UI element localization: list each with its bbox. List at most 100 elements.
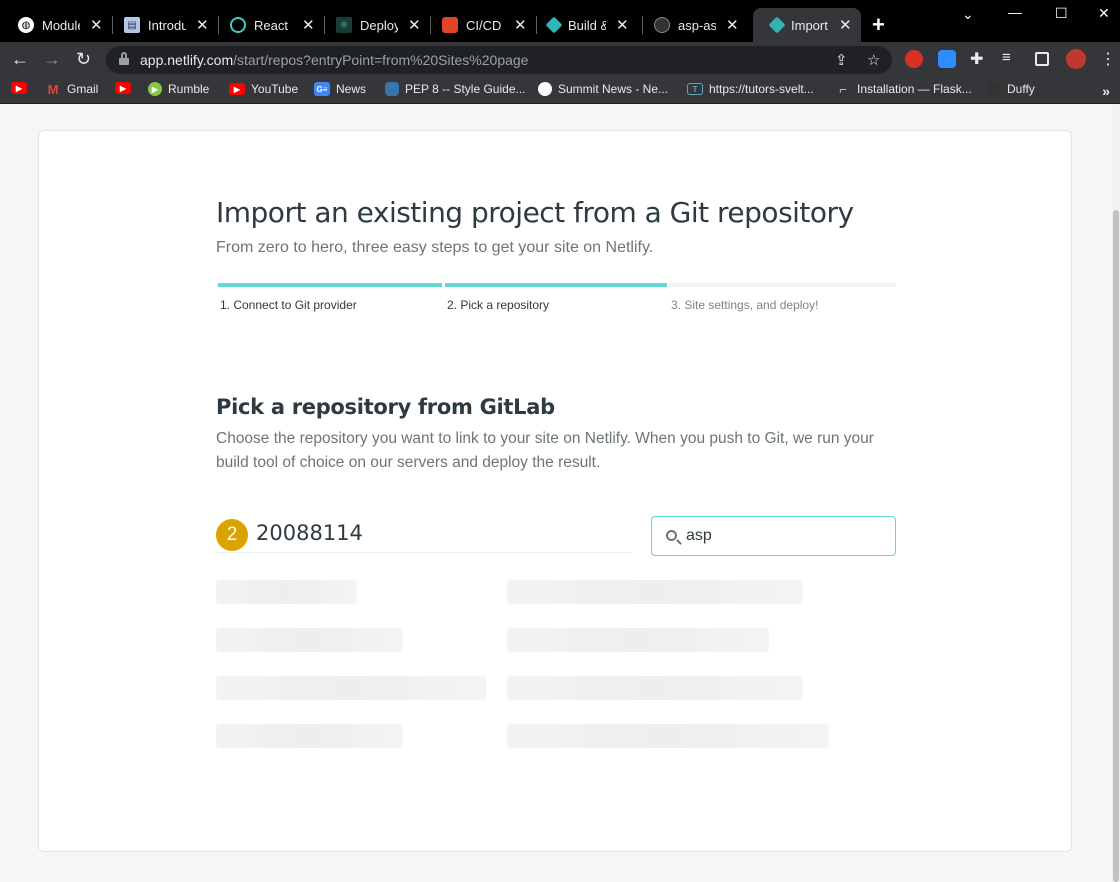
github-icon bbox=[987, 82, 1001, 96]
browser-tab-active[interactable]: Import a ✕ bbox=[753, 8, 861, 42]
bookmark-item[interactable]: M Gmail bbox=[45, 82, 99, 97]
close-tab-icon[interactable]: ✕ bbox=[302, 16, 315, 34]
tab-title: asp-ass bbox=[678, 17, 716, 33]
step-progress-bar bbox=[218, 283, 442, 287]
book-icon: ▤ bbox=[124, 17, 140, 33]
close-window-icon[interactable]: ✕ bbox=[1098, 5, 1110, 22]
url-path: /start/repos?entryPoint=from%20Sites%20p… bbox=[233, 52, 529, 68]
lock-icon bbox=[119, 52, 129, 65]
step-pick-repository: 2. Pick a repository bbox=[445, 283, 667, 323]
react-query-icon bbox=[230, 17, 246, 33]
page-viewport: Import an existing project from a Git re… bbox=[0, 105, 1112, 882]
scrollbar-thumb[interactable] bbox=[1113, 210, 1119, 882]
netlify-icon bbox=[768, 16, 786, 34]
forward-arrow-icon[interactable]: → bbox=[43, 49, 61, 70]
bookmark-item[interactable]: ▶ YouTube bbox=[229, 82, 298, 96]
browser-menu-icon[interactable]: ⋮ bbox=[1100, 49, 1116, 69]
url-host: app.netlify.com bbox=[140, 52, 234, 68]
bookmark-item[interactable]: ⌐ Installation — Flask... bbox=[835, 81, 972, 97]
adblock-extension-icon[interactable] bbox=[905, 50, 923, 68]
tab-title: CI/CD S bbox=[466, 17, 504, 33]
new-tab-button[interactable]: + bbox=[872, 12, 885, 38]
extensions-puzzle-icon[interactable]: ✚ bbox=[970, 49, 983, 69]
minimize-icon[interactable]: — bbox=[1008, 4, 1022, 20]
page-subtitle: From zero to hero, three easy steps to g… bbox=[216, 239, 654, 256]
bookmark-item[interactable]: ▶ Rumble bbox=[148, 82, 209, 96]
url-text[interactable]: app.netlify.com/start/repos?entryPoint=f… bbox=[140, 52, 528, 68]
zoom-extension-icon[interactable] bbox=[938, 50, 956, 68]
bookmark-item[interactable]: ▶ bbox=[11, 82, 33, 94]
back-arrow-icon[interactable]: ← bbox=[11, 49, 29, 70]
react-icon: ⚛ bbox=[336, 17, 352, 33]
netlify-icon bbox=[545, 16, 563, 34]
repo-list-skeleton bbox=[216, 580, 357, 604]
flask-icon: ⌐ bbox=[839, 81, 847, 97]
bookmark-item[interactable]: PEP 8 -- Style Guide... bbox=[385, 82, 526, 96]
tab-title: Import a bbox=[791, 17, 829, 33]
close-tab-icon[interactable]: ✕ bbox=[514, 16, 527, 34]
repository-search[interactable] bbox=[651, 516, 896, 556]
search-input[interactable] bbox=[686, 525, 886, 547]
youtube-icon: ▶ bbox=[11, 82, 27, 94]
bookmark-item[interactable]: Duffy bbox=[987, 82, 1035, 96]
profile-avatar[interactable] bbox=[1066, 49, 1086, 69]
section-description: Choose the repository you want to link t… bbox=[216, 430, 874, 471]
account-avatar: 2 bbox=[216, 519, 248, 551]
repo-list-skeleton bbox=[507, 580, 803, 604]
bookmark-item[interactable]: G≡ News bbox=[314, 82, 366, 96]
close-tab-icon[interactable]: ✕ bbox=[90, 16, 103, 34]
maximize-icon[interactable]: ☐ bbox=[1055, 5, 1068, 22]
close-tab-icon[interactable]: ✕ bbox=[616, 16, 629, 34]
browser-tab[interactable]: ◍ Module ✕ bbox=[0, 8, 113, 42]
python-icon bbox=[385, 82, 399, 96]
account-selector[interactable]: 2 20088114 bbox=[216, 517, 632, 553]
tab-title: React Q bbox=[254, 17, 292, 33]
share-icon[interactable]: ⇪ bbox=[835, 51, 848, 69]
browser-tab[interactable]: ⚛ Deploy ✕ bbox=[318, 8, 431, 42]
rumble-icon: ▶ bbox=[148, 82, 162, 96]
reload-icon[interactable]: ↻ bbox=[76, 49, 91, 70]
globe-icon bbox=[538, 82, 552, 96]
browser-tab[interactable]: asp-ass ✕ bbox=[636, 8, 749, 42]
repo-list-skeleton bbox=[216, 628, 403, 652]
bookmarks-bar: ▶ M Gmail ▶ ▶ Rumble ▶ YouTube G≡ News PEP 8… bbox=[0, 78, 1120, 104]
more-bookmarks-icon[interactable]: » bbox=[1102, 83, 1110, 99]
bookmark-star-icon[interactable]: ☆ bbox=[867, 51, 880, 69]
globe-icon: ◍ bbox=[18, 17, 34, 33]
bookmark-item[interactable]: Summit News - Ne... bbox=[538, 82, 668, 96]
browser-tab[interactable]: ▤ Introdu ✕ bbox=[106, 8, 219, 42]
close-tab-icon[interactable]: ✕ bbox=[726, 16, 739, 34]
step-label: 1. Connect to Git provider bbox=[220, 298, 357, 312]
bookmark-item[interactable]: ▶ bbox=[115, 82, 137, 94]
side-panel-icon[interactable] bbox=[1035, 52, 1049, 66]
step-site-settings-deploy: 3. Site settings, and deploy! bbox=[669, 283, 896, 323]
tab-title: Module bbox=[42, 17, 80, 33]
browser-tab-bar: ◍ Module ✕ ▤ Introdu ✕ React Q ✕ ⚛ Deplo… bbox=[0, 0, 1120, 42]
tab-search-icon[interactable]: ⌄ bbox=[962, 6, 974, 23]
repo-list-skeleton bbox=[507, 676, 803, 700]
close-tab-icon[interactable]: ✕ bbox=[196, 16, 209, 34]
address-bar[interactable]: app.netlify.com/start/repos?entryPoint=f… bbox=[106, 46, 892, 74]
close-tab-icon[interactable]: ✕ bbox=[408, 16, 421, 34]
repo-list-skeleton bbox=[216, 676, 486, 700]
step-connect-git-provider[interactable]: 1. Connect to Git provider bbox=[218, 283, 442, 323]
github-icon bbox=[654, 17, 670, 33]
search-icon bbox=[666, 530, 677, 541]
section-title: Pick a repository from GitLab bbox=[216, 395, 555, 419]
progress-steps: 1. Connect to Git provider 2. Pick a rep… bbox=[216, 283, 896, 323]
tutors-icon: T bbox=[687, 83, 703, 95]
page-title: Import an existing project from a Git re… bbox=[216, 196, 854, 229]
step-progress-bar bbox=[445, 283, 667, 287]
step-label: 3. Site settings, and deploy! bbox=[671, 298, 819, 312]
tab-title: Build & bbox=[568, 17, 606, 33]
import-card: Import an existing project from a Git re… bbox=[38, 130, 1072, 852]
step-label: 2. Pick a repository bbox=[447, 298, 550, 312]
bookmark-item[interactable]: Thttps://tutors-svelt... bbox=[687, 82, 814, 96]
browser-tab[interactable]: CI/CD S ✕ bbox=[424, 8, 537, 42]
close-tab-icon[interactable]: ✕ bbox=[839, 16, 852, 34]
browser-tab[interactable]: Build & ✕ bbox=[530, 8, 643, 42]
media-control-icon[interactable]: ≡ bbox=[1002, 49, 1011, 66]
account-name: 20088114 bbox=[256, 521, 363, 545]
browser-tab[interactable]: React Q ✕ bbox=[212, 8, 325, 42]
repo-list-skeleton bbox=[507, 628, 769, 652]
